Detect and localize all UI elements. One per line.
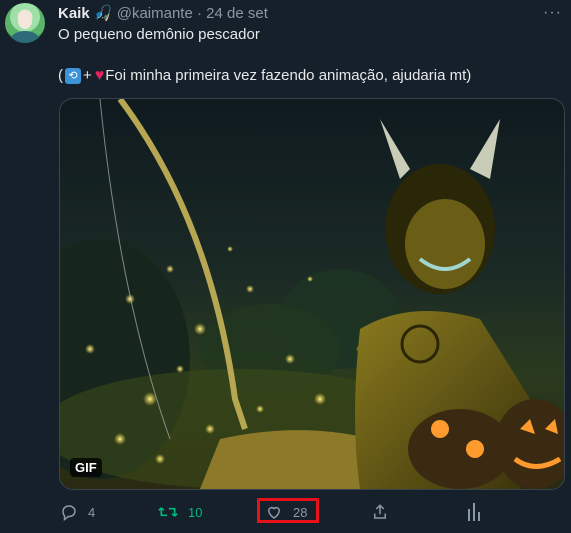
author-name[interactable]: Kaik <box>58 5 90 22</box>
share-button[interactable] <box>371 498 389 526</box>
retweet-button[interactable]: 10 <box>158 498 202 526</box>
author-handle[interactable]: @kaimante <box>117 5 193 22</box>
fishing-emoji-icon: 🎣 <box>93 5 113 22</box>
red-heart-emoji-icon: ♥ <box>94 67 105 84</box>
reply-count: 4 <box>88 504 96 520</box>
tweet-text-line-1: O pequeno demônio pescador <box>58 26 260 43</box>
avatar-shirt <box>11 31 39 43</box>
tweet-media-gif[interactable]: GIF <box>59 98 565 490</box>
tweet-date[interactable]: 24 de set <box>206 5 268 22</box>
more-options-icon[interactable]: ··· <box>543 4 562 22</box>
media-illustration <box>60 99 564 489</box>
analytics-button[interactable] <box>466 498 482 526</box>
retweet-icon <box>158 507 178 517</box>
reply-icon <box>62 505 76 521</box>
retweet-count: 10 <box>188 504 203 520</box>
reply-button[interactable]: 4 <box>60 498 95 526</box>
retweet-emoji-icon: ⟲ <box>65 68 81 84</box>
share-icon <box>374 504 386 519</box>
gif-badge: GIF <box>70 458 102 477</box>
plus-sign: + <box>83 67 92 84</box>
tweet-header: Kaik 🎣 @kaimante · 24 de set <box>58 4 268 24</box>
tweet-text-line-2-body: Foi minha primeira vez fazendo animação,… <box>105 67 472 84</box>
header-separator: · <box>196 5 202 22</box>
analytics-icon <box>468 503 480 521</box>
tweet-text-line-2: ( ⟲ + ♥ Foi minha primeira vez fazendo a… <box>58 66 471 86</box>
open-paren: ( <box>58 67 63 84</box>
avatar-face <box>18 13 32 29</box>
like-highlight-box <box>257 498 319 523</box>
author-avatar[interactable] <box>5 3 45 43</box>
